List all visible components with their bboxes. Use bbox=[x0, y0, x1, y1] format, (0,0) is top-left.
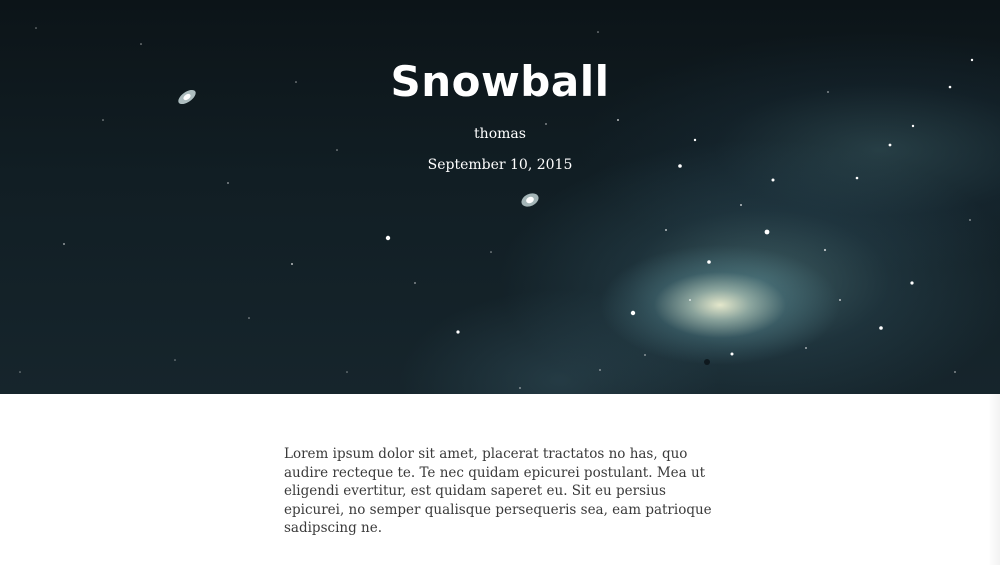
post-title: Snowball bbox=[390, 57, 610, 106]
post-hero: Snowball thomas September 10, 2015 bbox=[0, 0, 1000, 394]
page-edge-shadow bbox=[988, 394, 1000, 565]
post-body-paragraph: Lorem ipsum dolor sit amet, placerat tra… bbox=[284, 446, 712, 536]
post-date: September 10, 2015 bbox=[427, 157, 573, 173]
post-content: Lorem ipsum dolor sit amet, placerat tra… bbox=[284, 445, 724, 538]
post-author[interactable]: thomas bbox=[0, 124, 1000, 144]
